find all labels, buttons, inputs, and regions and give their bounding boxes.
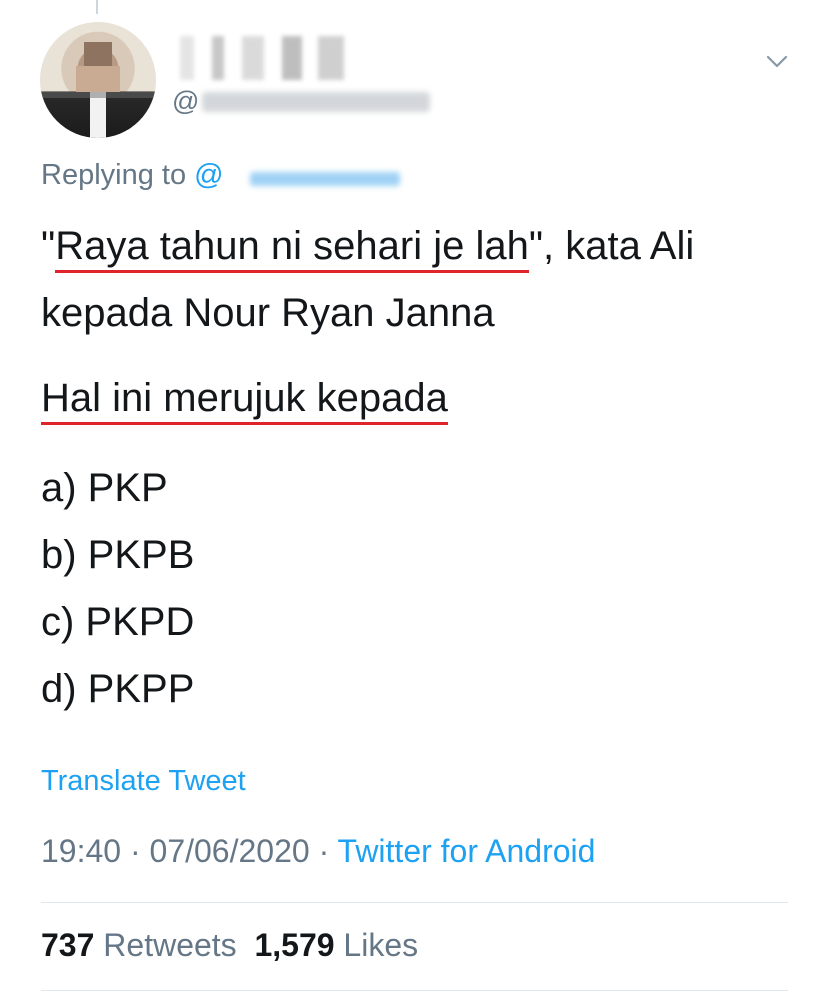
replying-to-label: Replying to <box>41 159 187 191</box>
retweets-count: 737 <box>41 927 95 963</box>
retweets-stat[interactable]: 737 Retweets <box>41 927 237 963</box>
username-prefix: @ <box>172 86 200 116</box>
replying-to: Replying to @ <box>41 159 224 192</box>
retweets-label: Retweets <box>103 927 237 963</box>
separator-dot: · <box>318 833 330 869</box>
tweet-text-line: "Raya tahun ni sehari je lah", kata Ali <box>41 222 695 273</box>
tweet-text-line: Hal ini merujuk kepada <box>41 374 448 425</box>
engagement-stats: 737 Retweets 1,579 Likes <box>41 927 418 964</box>
underlined-phrase: Hal ini merujuk kepada <box>41 376 448 425</box>
divider <box>41 990 788 991</box>
avatar-blur-block <box>76 66 120 92</box>
replying-to-handle-redacted[interactable] <box>250 172 400 186</box>
avatar[interactable] <box>40 22 156 138</box>
username-redacted[interactable] <box>202 92 430 112</box>
answer-option: d) PKPP <box>41 667 195 711</box>
divider <box>41 902 788 903</box>
answer-option: c) PKPD <box>41 600 195 644</box>
separator-dot: · <box>129 833 141 869</box>
likes-stat[interactable]: 1,579 Likes <box>254 927 418 963</box>
display-name-redacted[interactable] <box>172 36 362 80</box>
tweet-text-fragment: ", kata Ali <box>528 224 695 268</box>
tweet-metadata: 19:40 · 07/06/2020 · Twitter for Android <box>41 833 595 870</box>
thread-connector-line <box>96 0 98 14</box>
answer-options: a) PKP b) PKPB c) PKPD d) PKPP <box>41 455 194 723</box>
answer-option: b) PKPB <box>41 533 195 577</box>
tweet-source-link[interactable]: Twitter for Android <box>338 833 596 869</box>
replying-to-mention[interactable]: @ <box>194 159 223 191</box>
answer-option: a) PKP <box>41 466 168 510</box>
tweet-date[interactable]: 07/06/2020 <box>150 833 310 869</box>
quote-open: " <box>41 224 56 268</box>
translate-tweet-link[interactable]: Translate Tweet <box>41 765 246 798</box>
avatar-blur-block <box>84 42 112 66</box>
likes-label: Likes <box>343 927 419 963</box>
likes-count: 1,579 <box>254 927 335 963</box>
tweet-text-line: kepada Nour Ryan Janna <box>41 291 495 335</box>
avatar-blur-block <box>40 92 156 98</box>
avatar-blur-block <box>90 92 106 138</box>
tweet-time[interactable]: 19:40 <box>41 833 121 869</box>
chevron-down-icon[interactable] <box>766 50 788 72</box>
underlined-phrase: Raya tahun ni sehari je lah <box>55 224 529 273</box>
